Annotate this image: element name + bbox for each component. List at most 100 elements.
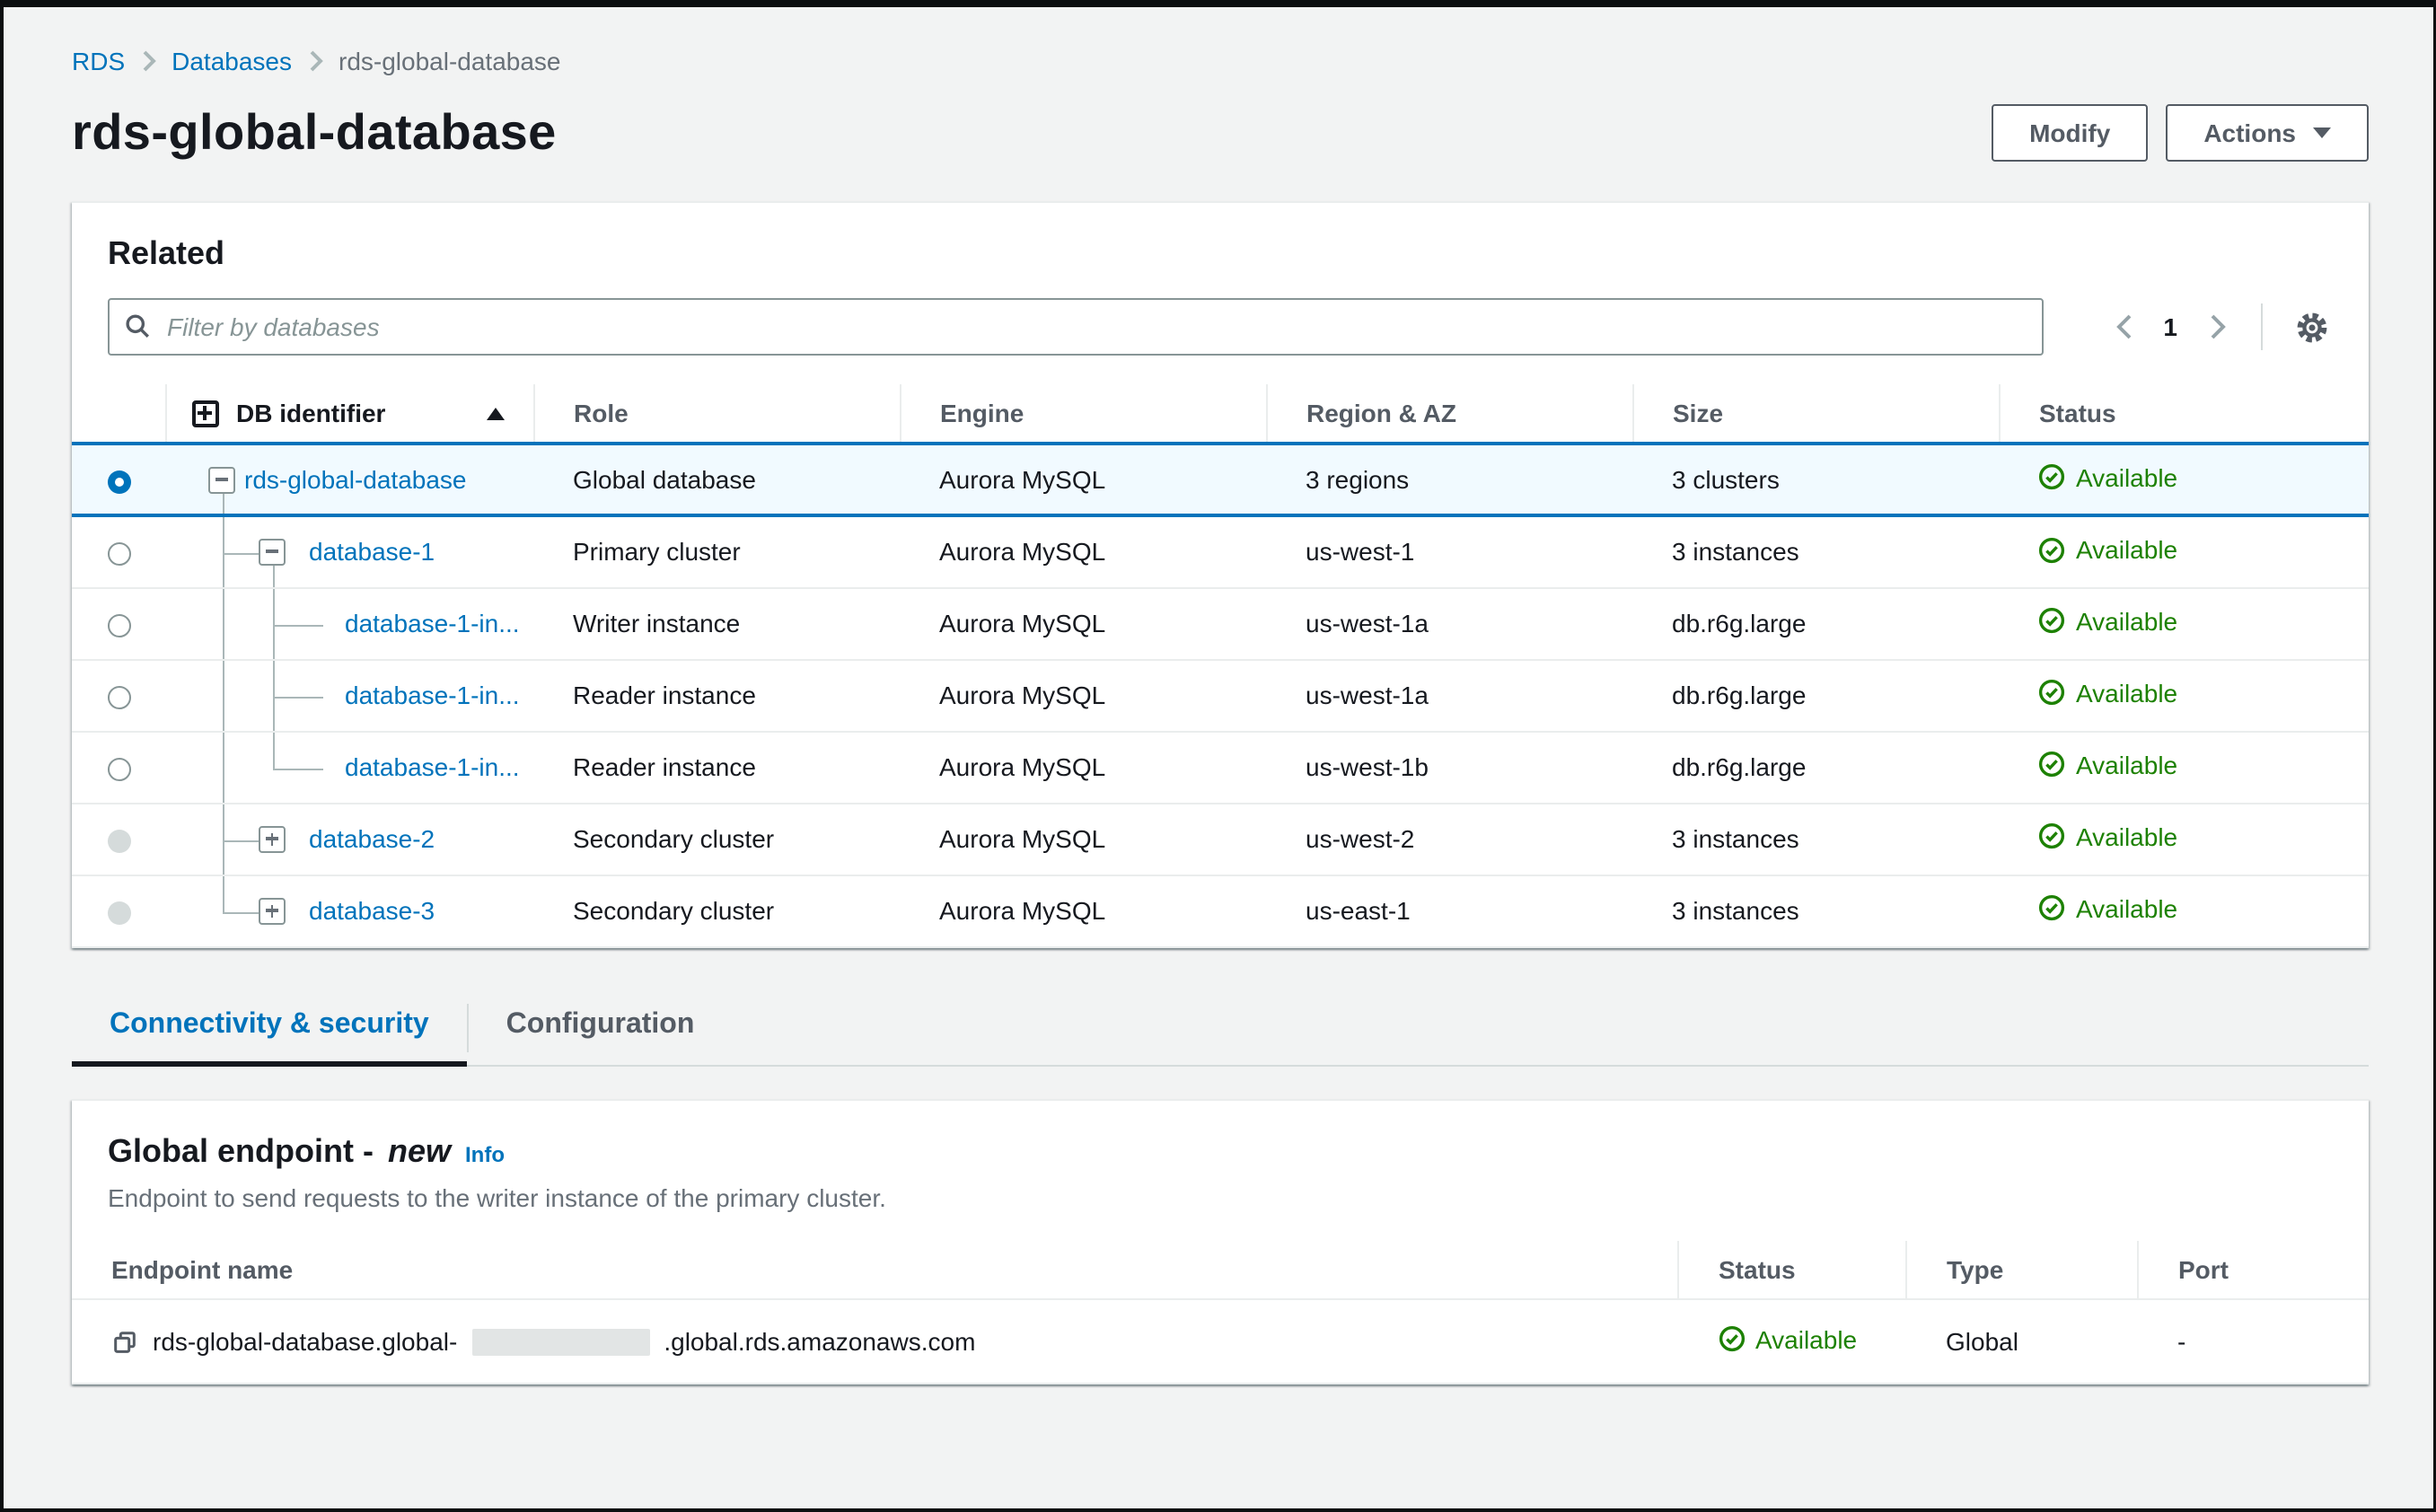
column-label: DB identifier	[236, 399, 386, 427]
cell-engine: Aurora MySQL	[900, 802, 1266, 875]
tree-line	[223, 588, 224, 658]
breadcrumb-link-rds[interactable]: RDS	[72, 47, 125, 75]
cell-role: Writer instance	[533, 586, 900, 659]
db-identifier-link[interactable]: database-1-in...	[345, 681, 520, 709]
cell-role: Reader instance	[533, 730, 900, 803]
global-endpoint-description: Endpoint to send requests to the writer …	[108, 1182, 886, 1211]
actions-button[interactable]: Actions	[2166, 104, 2368, 162]
row-select-radio[interactable]	[107, 470, 130, 494]
selection-column-header	[72, 384, 165, 444]
breadcrumb: RDS Databases rds-global-database	[72, 47, 2368, 75]
row-select-radio[interactable]	[107, 685, 130, 709]
db-identifier-link[interactable]: database-2	[309, 824, 435, 853]
tree-line	[223, 911, 260, 913]
db-identifier-link[interactable]: database-3	[309, 896, 435, 925]
db-identifier-link[interactable]: database-1-in...	[345, 752, 520, 781]
endpoint-row: rds-global-database.global- .global.rds.a…	[72, 1298, 2368, 1385]
page-number: 1	[2163, 312, 2177, 341]
row-select-radio	[107, 829, 130, 853]
redacted-text	[471, 1328, 650, 1355]
tree-line	[273, 660, 275, 730]
search-icon	[124, 312, 151, 345]
modify-button[interactable]: Modify	[1992, 104, 2149, 162]
header-actions: Modify Actions	[1992, 104, 2368, 162]
collapse-row-icon[interactable]	[259, 538, 286, 566]
table-toolbar: 1	[72, 273, 2368, 384]
endpoint-header-row: Endpoint name Status Type Port	[72, 1240, 2368, 1300]
table-row[interactable]: database-3 Secondary cluster Aurora MySQ…	[72, 874, 2368, 947]
cell-size: db.r6g.large	[1632, 730, 1999, 803]
check-circle-icon	[2038, 536, 2065, 563]
endpoint-table: Endpoint name Status Type Port rds-globa…	[72, 1240, 2368, 1385]
tree-line	[273, 588, 275, 658]
tree-line	[223, 840, 260, 841]
table-row[interactable]: rds-global-database Global database Auro…	[72, 442, 2368, 517]
page-title: rds-global-database	[72, 104, 557, 160]
breadcrumb-current: rds-global-database	[339, 47, 561, 75]
endpoint-name-suffix: .global.rds.amazonaws.com	[664, 1327, 976, 1356]
caret-down-icon	[2312, 127, 2330, 138]
check-circle-icon	[1718, 1326, 1745, 1352]
row-select-radio[interactable]	[107, 542, 130, 567]
table-row[interactable]: database-1-in... Reader instance Aurora …	[72, 658, 2368, 731]
next-page-button[interactable]	[2204, 309, 2231, 345]
status-badge: Available	[2038, 463, 2177, 492]
db-identifier-link[interactable]: database-1	[309, 538, 435, 567]
tree-line	[223, 553, 260, 555]
toolbar-divider	[2260, 303, 2262, 350]
tree-line	[223, 732, 224, 802]
cell-role: Global database	[533, 442, 900, 517]
expand-row-icon[interactable]	[259, 825, 286, 852]
settings-button[interactable]	[2291, 306, 2332, 347]
table-row[interactable]: database-1-in... Writer instance Aurora …	[72, 586, 2368, 659]
table-row[interactable]: database-1-in... Reader instance Aurora …	[72, 730, 2368, 803]
row-select-radio	[107, 901, 130, 925]
cell-region: us-west-1a	[1266, 658, 1632, 731]
pagination: 1	[2109, 309, 2231, 345]
db-identifier-link[interactable]: database-1-in...	[345, 609, 520, 637]
table-row[interactable]: database-1 Primary cluster Aurora MySQL …	[72, 514, 2368, 587]
cell-region: us-west-1a	[1266, 586, 1632, 659]
check-circle-icon	[2038, 464, 2065, 490]
row-select-radio[interactable]	[107, 613, 130, 637]
related-heading: Related	[108, 235, 225, 271]
table-row[interactable]: database-2 Secondary cluster Aurora MySQ…	[72, 802, 2368, 875]
databases-table: DB identifier Role Engine Region & AZ Si…	[72, 384, 2368, 947]
status-badge: Available	[2038, 822, 2177, 851]
breadcrumb-link-databases[interactable]: Databases	[171, 47, 292, 75]
tree-line	[273, 696, 323, 698]
previous-page-button[interactable]	[2109, 309, 2136, 345]
cell-size: db.r6g.large	[1632, 586, 1999, 659]
status-badge: Available	[2038, 679, 2177, 708]
tree-line	[273, 768, 323, 769]
collapse-row-icon[interactable]	[208, 466, 235, 493]
chevron-left-icon	[2115, 314, 2131, 339]
column-header-region-az: Region & AZ	[1265, 384, 1632, 444]
copy-icon[interactable]	[111, 1328, 138, 1355]
db-identifier-link[interactable]: rds-global-database	[244, 465, 467, 494]
expand-all-icon[interactable]	[191, 400, 218, 426]
expand-row-icon[interactable]	[259, 897, 286, 924]
chevron-right-icon	[308, 50, 322, 72]
cell-engine: Aurora MySQL	[900, 514, 1266, 587]
new-badge: new	[387, 1132, 451, 1168]
endpoint-name: rds-global-database.global- .global.rds.a…	[111, 1327, 1678, 1356]
endpoint-name-prefix: rds-global-database.global-	[153, 1327, 458, 1356]
tree-line	[223, 804, 224, 874]
cell-engine: Aurora MySQL	[900, 730, 1266, 803]
status-badge: Available	[2038, 607, 2177, 636]
tab-connectivity-security[interactable]: Connectivity & security	[72, 990, 467, 1066]
status-badge: Available	[1718, 1325, 1857, 1354]
info-link[interactable]: Info	[465, 1141, 505, 1166]
column-header-db-identifier[interactable]: DB identifier	[164, 384, 533, 444]
cell-region: us-west-2	[1266, 802, 1632, 875]
cell-engine: Aurora MySQL	[900, 442, 1266, 517]
column-header-status: Status	[1998, 384, 2368, 444]
row-select-radio[interactable]	[107, 757, 130, 781]
tree-line	[223, 660, 224, 730]
search-input[interactable]	[108, 298, 2044, 356]
tab-configuration[interactable]: Configuration	[469, 990, 733, 1066]
tree-line	[223, 494, 224, 514]
cell-region: 3 regions	[1266, 442, 1632, 517]
column-header-endpoint-type: Type	[1905, 1240, 2138, 1300]
